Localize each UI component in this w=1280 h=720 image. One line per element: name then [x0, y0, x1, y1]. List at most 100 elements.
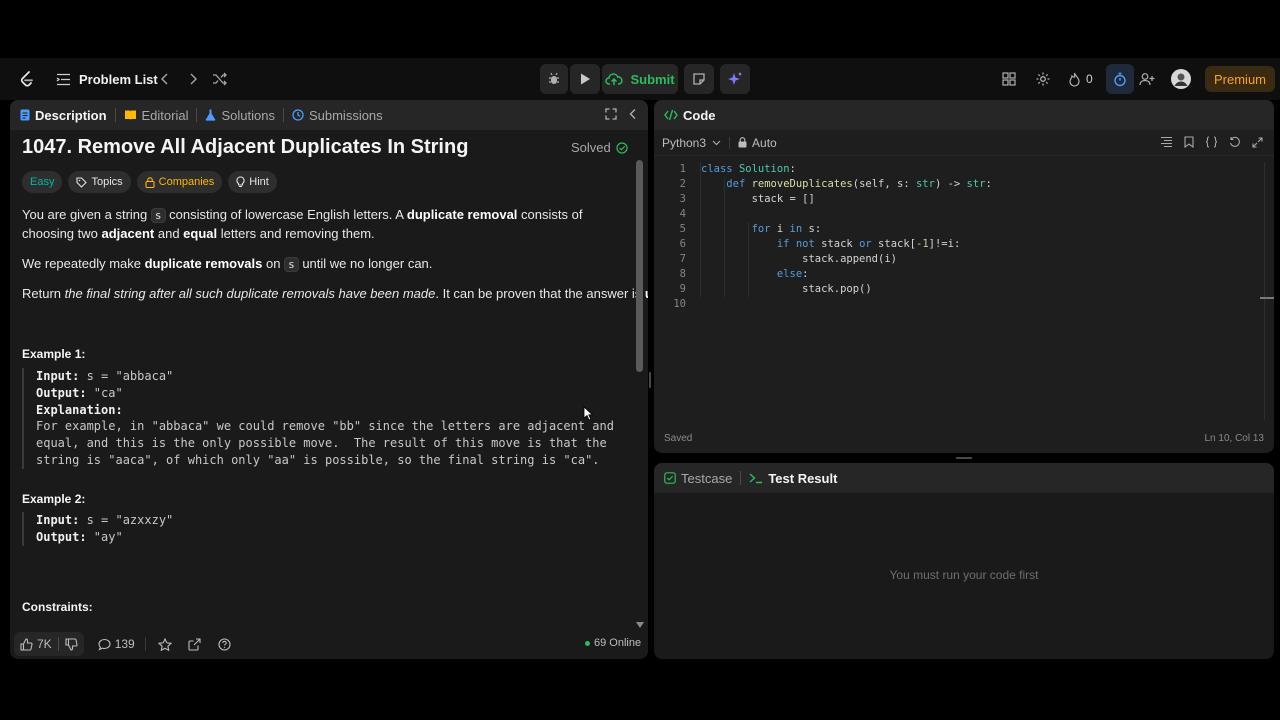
tab-solutions[interactable]: Solutions	[205, 108, 275, 123]
expand-panel-button[interactable]	[605, 108, 617, 123]
comments-button[interactable]: 139	[98, 637, 135, 651]
code-line[interactable]: stack.pop()	[701, 282, 872, 297]
solved-label: Solved	[571, 140, 611, 155]
editor-scrollbar-track[interactable]	[1264, 162, 1265, 420]
code-token: stack = []	[701, 193, 815, 205]
tab-code[interactable]: Code	[664, 108, 716, 123]
tab-divider	[114, 108, 116, 122]
layout-button[interactable]	[1002, 58, 1016, 100]
random-problem-button[interactable]	[212, 58, 228, 100]
code-line[interactable]: stack.append(i)	[701, 252, 897, 267]
fullscreen-icon[interactable]	[1252, 136, 1263, 148]
premium-button[interactable]: Premium	[1205, 66, 1276, 92]
example-2-heading: Example 2:	[22, 492, 86, 506]
bold-term: duplicate removal	[406, 207, 518, 222]
book-icon	[124, 109, 137, 121]
dislike-button[interactable]	[59, 637, 84, 651]
settings-button[interactable]	[1035, 58, 1051, 100]
debug-button[interactable]	[540, 64, 568, 94]
autocomplete-toggle[interactable]: Auto	[738, 136, 777, 150]
next-problem-button[interactable]	[186, 58, 200, 100]
terminal-icon	[749, 472, 763, 484]
braces-icon[interactable]	[1205, 136, 1218, 148]
help-button[interactable]	[218, 637, 231, 651]
topics-chip[interactable]: Topics	[68, 171, 131, 193]
code-token: for	[751, 223, 771, 235]
code-line[interactable]: stack = []	[701, 192, 815, 207]
checkbox-icon	[664, 472, 676, 484]
lightbulb-icon	[236, 176, 245, 188]
code-token: stack	[814, 238, 860, 250]
share-button[interactable]	[188, 637, 201, 651]
like-button[interactable]: 7K	[14, 637, 58, 651]
example-1-output: Output: "ca"	[36, 385, 622, 402]
notes-button[interactable]	[684, 64, 714, 94]
topics-label: Topics	[91, 176, 123, 188]
layout-grid-icon	[1002, 72, 1016, 86]
code-line[interactable]: def removeDuplicates(self, s: str) -> st…	[701, 177, 992, 192]
previous-problem-button[interactable]	[158, 58, 172, 100]
tab-testcase[interactable]: Testcase	[664, 471, 732, 486]
language-selector[interactable]: Python3	[662, 136, 721, 150]
tab-description[interactable]: Description	[20, 108, 107, 123]
code-line[interactable]: class Solution:	[701, 162, 796, 177]
hint-chip[interactable]: Hint	[228, 171, 277, 193]
bookmark-icon[interactable]	[1184, 136, 1194, 148]
bug-icon	[547, 72, 561, 86]
line-number: 7	[679, 253, 686, 265]
format-code-icon[interactable]	[1160, 136, 1173, 148]
language-label: Python3	[662, 135, 707, 150]
companies-label: Companies	[158, 176, 215, 188]
chevron-left-icon	[628, 108, 638, 120]
submit-button[interactable]: Submit	[602, 64, 678, 94]
input-label: Input:	[36, 513, 80, 527]
code-panel: Code Python3 Auto 1 class Solution: 2 def …	[654, 100, 1274, 453]
cursor-position: Ln 10, Col 13	[1204, 433, 1265, 444]
hint-label: Hint	[249, 176, 269, 188]
thumbs-up-icon	[20, 637, 33, 651]
code-token: :	[985, 178, 992, 190]
invite-button[interactable]	[1139, 58, 1155, 100]
star-icon	[157, 637, 172, 651]
lock-icon	[738, 137, 747, 148]
code-line[interactable]: if not stack or stack[-1]!=i:	[701, 237, 960, 252]
companies-chip[interactable]: Companies	[136, 171, 223, 193]
online-count: 69 Online	[594, 637, 642, 649]
ai-assistant-button[interactable]	[720, 64, 750, 94]
list-icon	[56, 73, 71, 86]
favorite-button[interactable]	[157, 637, 172, 651]
code-token: def	[726, 178, 746, 190]
run-button[interactable]	[570, 64, 600, 94]
horizontal-resize-handle[interactable]	[649, 372, 651, 388]
code-token: -1	[916, 238, 929, 250]
leetcode-logo[interactable]	[18, 58, 36, 100]
empty-result-message: You must run your code first	[889, 568, 1039, 582]
comment-count: 139	[114, 637, 135, 651]
tab-test-result[interactable]: Test Result	[749, 471, 837, 486]
code-line[interactable]: else:	[701, 267, 809, 282]
tab-testcase-label: Testcase	[681, 470, 733, 486]
vertical-resize-handle[interactable]	[956, 457, 972, 459]
tab-divider	[196, 108, 198, 122]
timer-button[interactable]	[1106, 64, 1134, 94]
code-editor[interactable]: 1 class Solution: 2 def removeDuplicates(s…	[654, 162, 1264, 322]
collapse-panel-button[interactable]	[628, 108, 638, 123]
tab-editorial[interactable]: Editorial	[124, 108, 188, 123]
line-number: 1	[679, 163, 686, 175]
code-line[interactable]: for i in s:	[701, 222, 822, 237]
bold-term: duplicate removals	[144, 256, 263, 271]
tab-submissions-label: Submissions	[308, 107, 383, 123]
flame-icon	[1068, 72, 1081, 87]
tab-submissions[interactable]: Submissions	[292, 108, 383, 123]
user-avatar[interactable]	[1171, 58, 1191, 100]
streak-count: 0	[1086, 72, 1093, 86]
description-scrollbar-thumb[interactable]	[636, 160, 643, 372]
test-panel: Testcase Test Result You must run your c…	[654, 463, 1274, 659]
streak-counter[interactable]: 0	[1068, 58, 1093, 100]
line-number: 9	[679, 283, 686, 295]
output-label: Output:	[36, 529, 87, 544]
reset-icon[interactable]	[1229, 136, 1241, 148]
problem-list-link[interactable]: Problem List	[56, 58, 158, 100]
